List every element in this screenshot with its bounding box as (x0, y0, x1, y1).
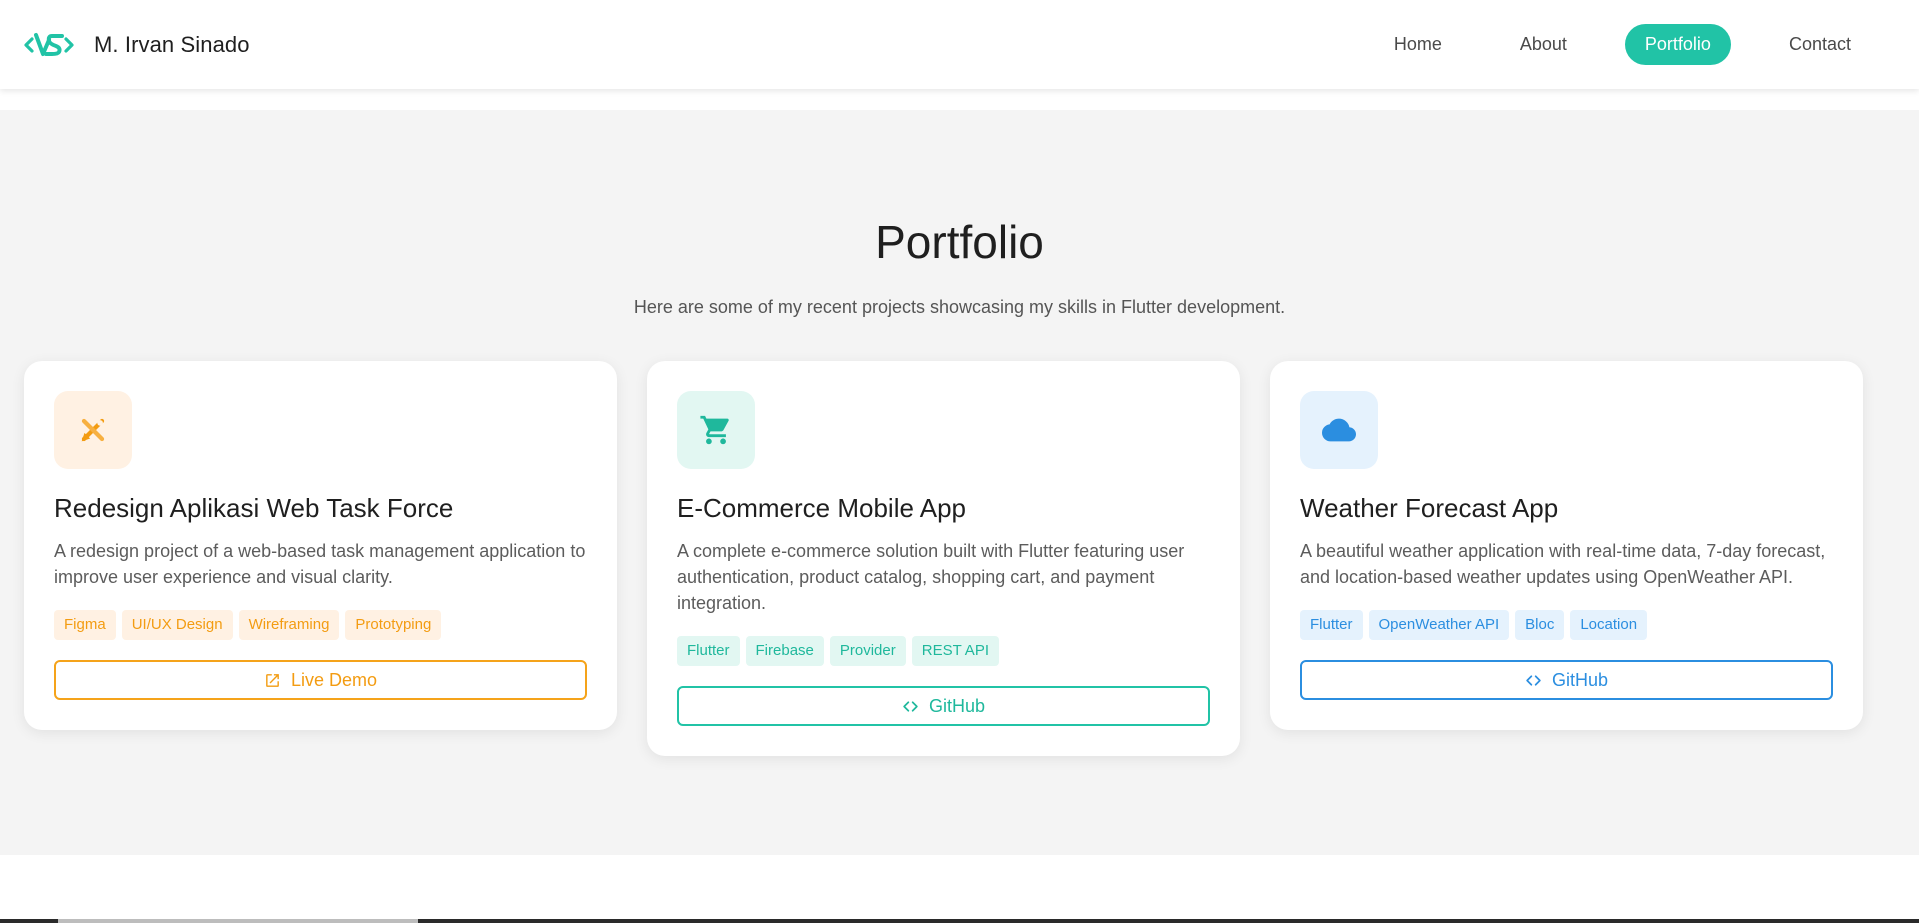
card-title: Redesign Aplikasi Web Task Force (54, 493, 454, 523)
section-title: Portfolio (875, 216, 1044, 268)
github-button[interactable]: GitHub (1300, 660, 1833, 700)
tag: Bloc (1515, 610, 1565, 640)
card-icon-container (54, 391, 132, 469)
nav-home[interactable]: Home (1374, 24, 1462, 65)
button-label: GitHub (928, 695, 986, 716)
card-description: A complete e-commerce solution built wit… (677, 541, 1185, 613)
bottom-edge (0, 919, 1919, 923)
tag: Flutter (1300, 610, 1363, 640)
main-nav: Home About Portfolio Contact (1336, 24, 1871, 65)
tag: Firebase (745, 636, 824, 666)
tag: Provider (829, 636, 906, 666)
button-label: Live Demo (290, 669, 378, 690)
card-description: A redesign project of a web-based task m… (54, 541, 586, 587)
tag: OpenWeather API (1368, 610, 1510, 640)
project-card: Weather Forecast App A beautiful weather… (1270, 361, 1863, 730)
cloud-icon (1322, 418, 1356, 442)
brand[interactable]: M. Irvan Sinado (24, 29, 250, 61)
nav-portfolio[interactable]: Portfolio (1624, 24, 1731, 65)
github-button[interactable]: GitHub (677, 686, 1210, 726)
live-demo-button[interactable]: Live Demo (54, 660, 587, 700)
vs-logo-icon (24, 33, 74, 56)
project-card: E-Commerce Mobile App A complete e-comme… (647, 361, 1240, 756)
card-icon-container (677, 391, 755, 469)
tag: Prototyping (345, 610, 442, 640)
tag: Location (1570, 610, 1648, 640)
tag: REST API (911, 636, 999, 666)
scroll-indicator (58, 919, 418, 923)
nav-about[interactable]: About (1500, 24, 1587, 65)
tag-list: Figma UI/UX Design Wireframing Prototypi… (54, 610, 587, 640)
nav-contact[interactable]: Contact (1769, 24, 1871, 65)
card-description: A beautiful weather application with rea… (1300, 541, 1826, 587)
project-card: Redesign Aplikasi Web Task Force A redes… (24, 361, 617, 730)
tag: UI/UX Design (121, 610, 233, 640)
button-label: GitHub (1551, 669, 1609, 690)
card-title: Weather Forecast App (1300, 493, 1559, 523)
card-title: E-Commerce Mobile App (677, 493, 966, 523)
code-icon (903, 700, 918, 712)
section-subtitle: Here are some of my recent projects show… (633, 297, 1286, 317)
design-tools-icon (81, 418, 105, 442)
top-navbar: M. Irvan Sinado Home About Portfolio Con… (0, 0, 1919, 89)
portfolio-section: Portfolio Here are some of my recent pro… (0, 110, 1919, 855)
tag: Wireframing (238, 610, 340, 640)
tag: Figma (54, 610, 116, 640)
card-icon-container (1300, 391, 1378, 469)
tag-list: Flutter OpenWeather API Bloc Location (1300, 610, 1833, 640)
code-icon (1526, 674, 1541, 686)
brand-name: M. Irvan Sinado (94, 32, 250, 57)
shopping-cart-icon (700, 415, 729, 445)
tag-list: Flutter Firebase Provider REST API (677, 636, 1210, 666)
external-link-icon (266, 673, 279, 687)
tag: Flutter (677, 636, 740, 666)
